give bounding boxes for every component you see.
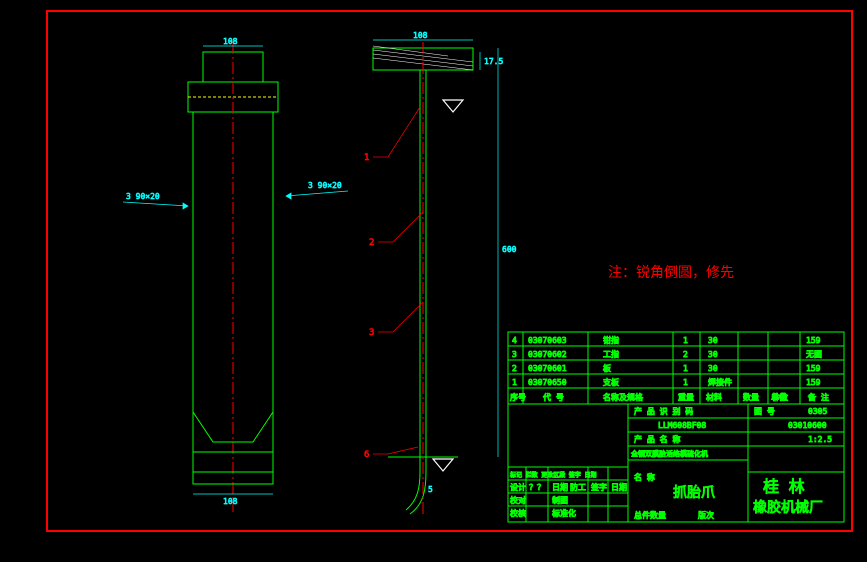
svg-text:？？: ？？	[529, 483, 545, 492]
svg-text:2: 2	[683, 350, 688, 359]
svg-text:30: 30	[708, 336, 718, 345]
svg-text:序号: 序号	[510, 392, 526, 402]
svg-text:日期: 日期	[552, 483, 568, 492]
svg-text:3 90×20: 3 90×20	[308, 181, 342, 190]
svg-text:图 号: 图 号	[754, 407, 775, 416]
svg-text:无图: 无图	[806, 350, 822, 359]
svg-text:600: 600	[502, 245, 517, 254]
left-view	[188, 42, 278, 512]
svg-text:重量: 重量	[678, 392, 694, 402]
svg-text:1: 1	[364, 153, 369, 163]
svg-text:防工: 防工	[570, 482, 586, 492]
svg-text:03070650: 03070650	[528, 378, 567, 387]
svg-text:4: 4	[512, 336, 517, 345]
svg-text:6: 6	[364, 450, 369, 460]
cad-drawing: 108 108 3 90×20 3 90×20 108 17.5 600 5 1…	[48, 12, 848, 527]
svg-text:校对: 校对	[510, 495, 526, 505]
svg-text:0305: 0305	[808, 407, 827, 416]
drawing-note: 注：锐角倒圆，修先	[608, 265, 734, 281]
red-leaders: 1 2 3 6	[364, 107, 423, 460]
svg-text:1: 1	[683, 364, 688, 373]
svg-text:数量: 数量	[743, 392, 759, 402]
svg-text:抓胎爪: 抓胎爪	[673, 485, 715, 501]
svg-text:钳指: 钳指	[603, 335, 619, 345]
svg-text:件数: 件数	[772, 392, 788, 402]
svg-text:桂 林: 桂 林	[763, 477, 805, 496]
svg-text:校核: 校核	[510, 508, 526, 518]
svg-text:30: 30	[708, 364, 718, 373]
svg-text:5: 5	[428, 485, 433, 494]
app-window: 108 108 3 90×20 3 90×20 108 17.5 600 5 1…	[0, 0, 867, 562]
svg-text:03070602: 03070602	[528, 350, 567, 359]
svg-text:159: 159	[806, 378, 821, 387]
svg-text:产 品 名 称: 产 品 名 称	[634, 434, 680, 444]
section-markers	[433, 100, 463, 471]
title-block: 4 03070603 钳指 1 30 159 3 03070602 工指 2 3…	[508, 332, 844, 522]
svg-text:支板: 支板	[603, 377, 619, 387]
svg-text:30: 30	[708, 350, 718, 359]
svg-text:3 90×20: 3 90×20	[126, 192, 160, 201]
left-dims: 108 108 3 90×20 3 90×20	[123, 37, 348, 506]
svg-text:LLM608BF08: LLM608BF08	[658, 421, 706, 430]
svg-text:名 称: 名 称	[634, 472, 655, 482]
svg-text:设计: 设计	[510, 482, 526, 492]
svg-text:日期: 日期	[611, 483, 627, 492]
svg-text:108: 108	[223, 497, 238, 506]
svg-text:108: 108	[223, 37, 238, 46]
svg-text:工指: 工指	[603, 349, 619, 359]
svg-text:159: 159	[806, 364, 821, 373]
svg-text:03070603: 03070603	[528, 336, 567, 345]
svg-text:备 注: 备 注	[808, 392, 829, 402]
svg-text:版次: 版次	[698, 510, 714, 520]
svg-text:1: 1	[683, 378, 688, 387]
svg-text:2: 2	[512, 364, 517, 373]
svg-text:签字: 签字	[591, 482, 607, 492]
svg-text:代 号: 代 号	[543, 392, 564, 402]
svg-text:03070601: 03070601	[528, 364, 567, 373]
svg-text:材料: 材料	[706, 392, 722, 402]
svg-text:1:2.5: 1:2.5	[808, 435, 832, 444]
svg-text:总件数量: 总件数量	[634, 510, 666, 520]
svg-text:1: 1	[683, 336, 688, 345]
svg-text:橡胶机械厂: 橡胶机械厂	[753, 499, 823, 516]
right-view	[373, 42, 473, 517]
svg-text:108: 108	[413, 31, 428, 40]
svg-text:焊接件: 焊接件	[708, 377, 732, 387]
svg-text:制图: 制图	[552, 495, 568, 505]
drawing-canvas: 108 108 3 90×20 3 90×20 108 17.5 600 5 1…	[46, 10, 853, 532]
bom: 4 03070603 钳指 1 30 159 3 03070602 工指 2 3…	[508, 332, 844, 404]
svg-text:17.5: 17.5	[484, 57, 503, 66]
svg-text:名称及规格: 名称及规格	[603, 392, 643, 402]
svg-text:产 品 识 别 码: 产 品 识 别 码	[634, 406, 693, 416]
svg-text:板: 板	[603, 363, 611, 373]
svg-text:3: 3	[369, 328, 374, 338]
svg-text:全钢双膜胎活络模硫化机: 全钢双膜胎活络模硫化机	[631, 449, 708, 458]
svg-text:1: 1	[512, 378, 517, 387]
svg-text:标记 栏数 更改区段 签字 日期: 标记 栏数 更改区段 签字 日期	[510, 471, 596, 479]
svg-text:标准化: 标准化	[552, 508, 576, 518]
svg-text:3: 3	[512, 350, 517, 359]
svg-text:03010600: 03010600	[788, 421, 827, 430]
svg-text:159: 159	[806, 336, 821, 345]
svg-text:2: 2	[369, 238, 374, 248]
